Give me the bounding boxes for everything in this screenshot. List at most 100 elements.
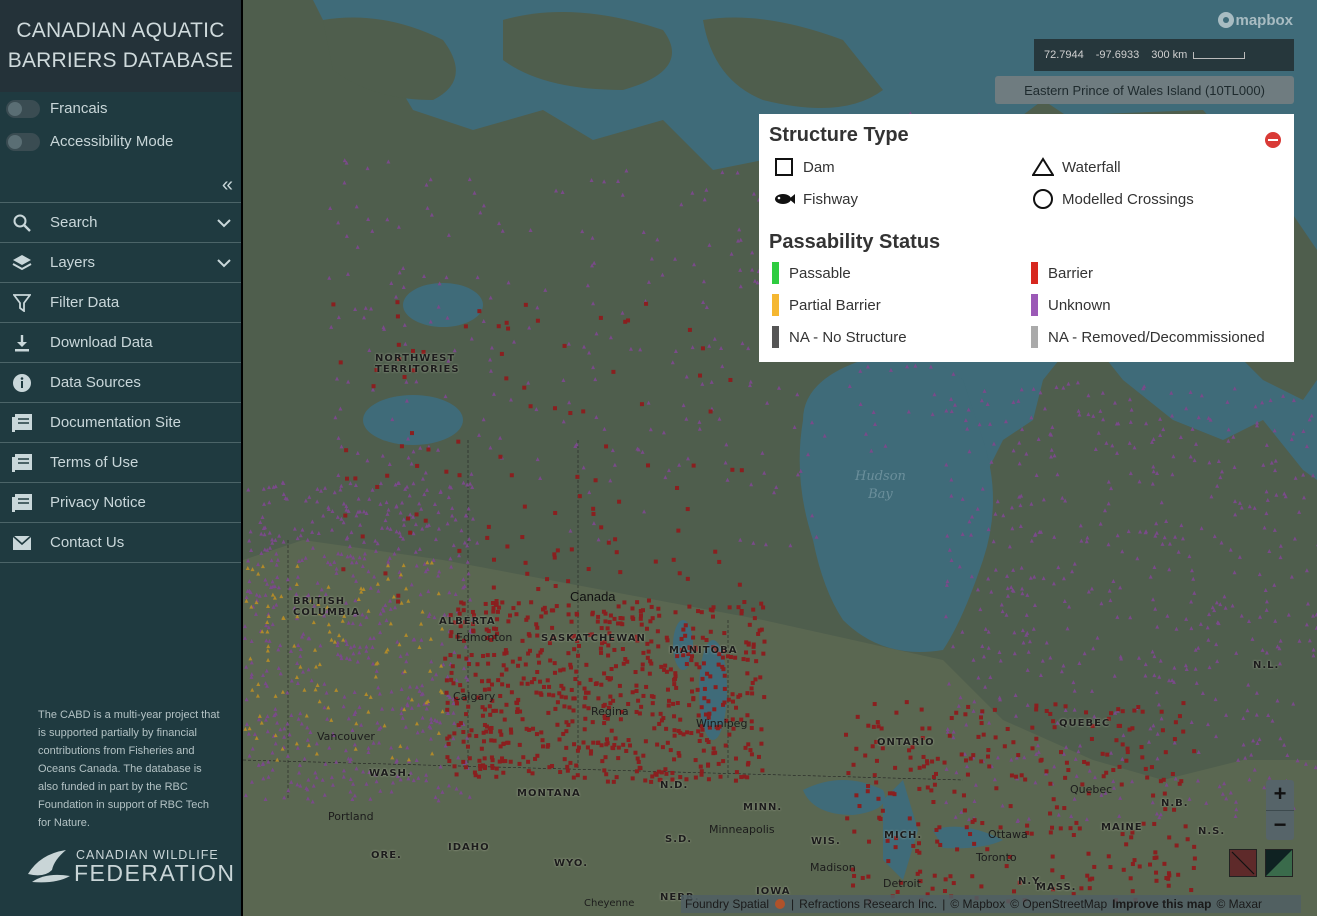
- attribution-foundry[interactable]: Foundry Spatial: [685, 897, 769, 911]
- barrier-marker: [517, 761, 522, 766]
- barrier-marker: [500, 756, 505, 761]
- barrier-marker: [426, 447, 431, 452]
- attribution-maxar[interactable]: © Maxar: [1216, 897, 1262, 911]
- barrier-marker: [520, 717, 525, 722]
- accessibility-toggle-switch[interactable]: [6, 132, 40, 151]
- barrier-marker: [674, 685, 679, 690]
- barrier-marker: [515, 707, 520, 712]
- label-sd: S.D.: [665, 834, 693, 845]
- barrier-marker: [650, 616, 655, 621]
- about-text: The CABD is a multi-year project that is…: [38, 709, 220, 829]
- barrier-marker: [672, 733, 677, 738]
- legend-label: Waterfall: [1062, 158, 1121, 176]
- barrier-marker: [603, 755, 608, 760]
- barrier-marker: [707, 711, 712, 716]
- menu-terms-of-use[interactable]: Terms of Use: [0, 443, 241, 483]
- barrier-marker: [588, 677, 593, 682]
- menu-search[interactable]: Search: [0, 203, 241, 243]
- barrier-marker: [463, 765, 468, 770]
- barrier-marker: [555, 700, 560, 705]
- zoom-out-button[interactable]: −: [1266, 811, 1294, 841]
- menu-contact-us[interactable]: Contact Us: [0, 523, 241, 563]
- legend-item-barrier: Barrier: [1031, 262, 1093, 284]
- accessibility-toggle-row[interactable]: Accessibility Mode: [0, 125, 241, 158]
- barrier-marker: [599, 650, 604, 655]
- menu-layers[interactable]: Layers: [0, 243, 241, 283]
- barrier-marker: [866, 723, 871, 728]
- barrier-marker: [1137, 864, 1142, 869]
- barrier-marker: [480, 713, 485, 718]
- barrier-marker: [1012, 889, 1017, 894]
- attribution-refractions[interactable]: Refractions Research Inc.: [799, 897, 937, 911]
- french-toggle-switch[interactable]: [6, 99, 40, 118]
- barrier-marker: [712, 707, 717, 712]
- barrier-marker: [1162, 791, 1167, 796]
- barrier-marker: [595, 619, 600, 624]
- legend-close-button[interactable]: [1265, 132, 1281, 148]
- barrier-marker: [720, 655, 725, 660]
- barrier-marker: [733, 756, 738, 761]
- barrier-marker: [461, 759, 466, 764]
- barrier-marker: [492, 738, 497, 743]
- basemap-style-button-light[interactable]: [1229, 849, 1257, 877]
- barrier-marker: [880, 808, 885, 813]
- barrier-marker: [672, 728, 677, 733]
- collapse-sidebar-button[interactable]: «: [0, 168, 241, 203]
- barrier-marker: [700, 676, 705, 681]
- zoom-in-button[interactable]: +: [1266, 780, 1294, 811]
- barrier-marker: [1181, 701, 1186, 706]
- barrier-marker: [396, 593, 401, 598]
- barrier-marker: [1016, 753, 1021, 758]
- barrier-marker: [545, 678, 550, 683]
- basemap-light-icon: [1231, 851, 1255, 875]
- barrier-marker: [1051, 797, 1056, 802]
- barrier-marker: [904, 700, 909, 705]
- cwf-logo[interactable]: CANADIAN WILDLIFE FEDERATION: [26, 842, 234, 888]
- french-toggle-row[interactable]: Francais: [0, 92, 241, 125]
- barrier-marker: [461, 730, 466, 735]
- menu-filter-data[interactable]: Filter Data: [0, 283, 241, 323]
- barrier-marker: [494, 774, 499, 779]
- barrier-marker: [700, 346, 705, 351]
- barrier-marker: [630, 606, 635, 611]
- attribution-mapbox[interactable]: © Mapbox: [950, 897, 1005, 911]
- menu-download-data[interactable]: Download Data: [0, 323, 241, 363]
- barrier-marker: [916, 841, 921, 846]
- partial-barrier-swatch: [772, 294, 779, 316]
- label-manitoba: MANITOBA: [669, 645, 738, 656]
- barrier-marker: [536, 587, 541, 592]
- barrier-marker: [668, 667, 673, 672]
- barrier-marker: [481, 739, 486, 744]
- barrier-marker: [444, 469, 449, 474]
- label-quebec-city: Quebec: [1070, 783, 1113, 796]
- barrier-marker: [396, 342, 401, 347]
- legend-item-removed: NA - Removed/Decommissioned: [1031, 326, 1265, 348]
- bird-logo-icon: [28, 850, 70, 883]
- menu-privacy-notice[interactable]: Privacy Notice: [0, 483, 241, 523]
- basemap-style-button-satellite[interactable]: [1265, 849, 1293, 877]
- mapbox-logo[interactable]: mapbox: [1217, 11, 1293, 29]
- barrier-marker: [1152, 855, 1157, 860]
- barrier-marker: [1034, 703, 1039, 708]
- improve-map-link[interactable]: Improve this map: [1112, 897, 1211, 911]
- menu-documentation-site[interactable]: Documentation Site: [0, 403, 241, 443]
- barrier-marker: [545, 577, 550, 582]
- barrier-marker: [490, 601, 495, 606]
- barrier-marker: [532, 677, 537, 682]
- barrier-marker: [582, 704, 587, 709]
- barrier-marker: [488, 729, 493, 734]
- barrier-marker: [498, 729, 503, 734]
- barrier-marker: [649, 639, 654, 644]
- legend-label: Modelled Crossings: [1062, 190, 1194, 208]
- barrier-marker: [465, 744, 470, 749]
- attribution-osm[interactable]: © OpenStreetMap: [1010, 897, 1107, 911]
- barrier-marker: [539, 614, 544, 619]
- menu-label: Contact Us: [50, 534, 125, 551]
- barrier-marker: [757, 628, 762, 633]
- barrier-marker: [696, 609, 701, 614]
- barrier-marker: [523, 302, 528, 307]
- barrier-marker: [492, 557, 497, 562]
- barrier-marker: [547, 684, 552, 689]
- menu-data-sources[interactable]: Data Sources: [0, 363, 241, 403]
- barrier-marker: [383, 571, 388, 576]
